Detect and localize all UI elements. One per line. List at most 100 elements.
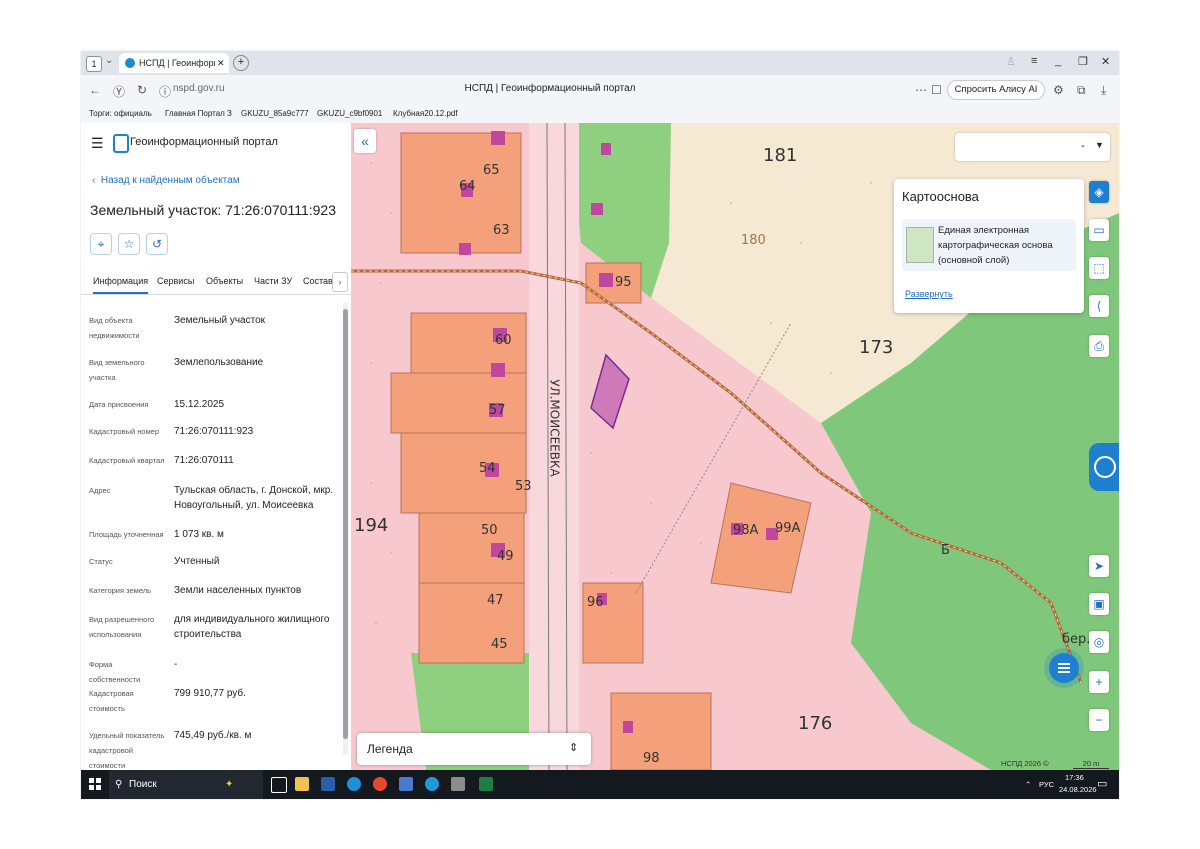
clock-date[interactable]: 24.08.2026 [1059, 785, 1097, 794]
expand-link[interactable]: Развернуть [905, 289, 953, 299]
map-label: 96 [587, 595, 604, 610]
minimize-button[interactable]: _ [1055, 55, 1061, 67]
search-icon: ⚲ [115, 779, 123, 790]
tab-parts[interactable]: Части ЗУ [254, 276, 292, 286]
chat-fab-icon[interactable] [1049, 653, 1079, 683]
edge-dev-icon[interactable] [425, 777, 439, 791]
map-label: 53 [515, 479, 532, 494]
attr-key: Удельный показатель кадастровой стоимост… [89, 731, 165, 770]
clock-time[interactable]: 17:36 [1065, 773, 1084, 782]
tab-composition[interactable]: Состав [303, 276, 333, 286]
map-copyright: НСПД 2026 © [1001, 759, 1049, 768]
attr-key: Кадастровый квартал [89, 456, 165, 465]
bookmark-item[interactable]: GKUZU_c9bf0901 [317, 109, 385, 118]
bookmark-item[interactable]: Главная Портал З [165, 109, 233, 118]
tab-services[interactable]: Сервисы [157, 276, 194, 286]
attr-key: Категория земель [89, 586, 152, 595]
more-dots-icon[interactable]: ⋯ [915, 83, 927, 97]
fab-line [1058, 667, 1070, 669]
extensions-icon[interactable]: ⚙ [1053, 83, 1064, 97]
notification-icon[interactable]: ▭ [1097, 777, 1107, 790]
bookmarks-bar: Торги: официаль Главная Портал З GKUZU_8… [81, 105, 1119, 124]
scrollbar-thumb[interactable] [343, 309, 348, 739]
tab-info[interactable]: Информация [93, 276, 149, 294]
word-icon[interactable] [321, 777, 335, 791]
minimap-icon[interactable]: ▣ [1089, 593, 1109, 615]
zoom-in-button[interactable]: + [1089, 671, 1109, 693]
file-explorer-icon[interactable] [295, 777, 309, 791]
bookmark-item[interactable]: GKUZU_85a9c777 [241, 109, 309, 118]
bookmark-item[interactable]: Торги: официаль [89, 109, 157, 118]
locate-object-button[interactable]: ⌖ [90, 233, 112, 255]
close-window-button[interactable]: ✕ [1101, 55, 1110, 68]
panel-scrollbar[interactable] [343, 303, 348, 755]
basemap-card[interactable]: Единая электронная картографическая осно… [902, 219, 1076, 271]
attr-value: Земли населенных пунктов [174, 585, 302, 596]
bookmark-icon[interactable]: ☐ [931, 83, 942, 97]
portal-logo-icon [113, 134, 129, 153]
attr-value: Землепользование [174, 357, 264, 368]
zoom-out-button[interactable]: − [1089, 709, 1109, 731]
select-area-icon[interactable]: ⬚ [1089, 257, 1109, 279]
browser-tab-bar: 1 ⌄ НСПД | Геоинформаці ✕ + ♙ ≡ _ ❐ ✕ [81, 51, 1119, 75]
map-label: 63 [493, 223, 510, 238]
restore-button[interactable]: ❐ [1078, 55, 1088, 68]
ask-alice-button[interactable]: Спросить Алису AI [947, 80, 1045, 100]
attr-value: Земельный участок [174, 315, 266, 326]
taskbar-search[interactable]: ⚲ Поиск ✦ [109, 770, 263, 799]
assistant-badge-icon[interactable] [1089, 443, 1119, 491]
map-label: 98 [643, 751, 660, 766]
map-label: 65 [483, 163, 500, 178]
tabs-next-arrow-icon[interactable]: › [332, 272, 348, 292]
tray-arrow-icon[interactable]: ⌃ [1025, 780, 1031, 789]
map-label: Б [941, 543, 950, 558]
layers-icon[interactable]: ◈ [1089, 181, 1109, 203]
share-icon[interactable]: ⟨ [1089, 295, 1109, 317]
browser-menu-icon[interactable]: ≡ [1031, 55, 1037, 67]
attr-key: Вид разрешенного использования [89, 615, 155, 639]
language-indicator[interactable]: РУС [1039, 780, 1054, 789]
tab-title: НСПД | Геоинформаці [139, 58, 215, 68]
attr-key: Адрес [89, 486, 111, 495]
new-tab-button[interactable]: + [233, 55, 249, 71]
calculator-icon[interactable] [399, 777, 413, 791]
geolocation-icon[interactable]: ◎ [1089, 631, 1109, 653]
attr-value: 71:26:070111 [174, 455, 234, 466]
history-icon[interactable]: ↺ [146, 233, 168, 255]
legend-selector[interactable]: Легенда ⇕ [357, 733, 591, 765]
attr-value: 71:26:070111:923 [174, 426, 254, 437]
hamburger-menu-icon[interactable]: ☰ [91, 135, 104, 152]
profile-icon[interactable]: ♙ [1006, 55, 1016, 68]
favorite-star-icon[interactable]: ☆ [118, 233, 140, 255]
back-to-results-link[interactable]: ‹ Назад к найденным объектам [92, 175, 240, 186]
ruler-icon[interactable]: ▭ [1089, 219, 1109, 241]
attr-key: Кадастровая стоимость [89, 689, 134, 713]
tab-close-icon[interactable]: ✕ [217, 53, 225, 73]
tab-objects[interactable]: Объекты [206, 276, 243, 286]
map-canvas[interactable]: 181 173 194 176 180 64 65 63 95 60 57 54… [351, 123, 1119, 770]
windows-start-icon[interactable] [89, 778, 101, 790]
edge-icon[interactable] [347, 777, 361, 791]
collapse-panel-button[interactable]: « [354, 129, 376, 153]
paint-icon[interactable] [451, 777, 465, 791]
tab-counter[interactable]: 1 [86, 56, 102, 72]
map-label: 98А [733, 523, 759, 538]
collections-icon[interactable]: ⧉ [1077, 83, 1086, 98]
excel-icon[interactable] [479, 777, 493, 791]
navigate-arrow-icon[interactable]: ➤ [1089, 555, 1109, 577]
download-icon[interactable]: ⤓ [1101, 83, 1106, 98]
map-label: 57 [489, 403, 506, 418]
bookmark-item[interactable]: Клубная20.12.pdf [393, 109, 463, 118]
yandex-browser-icon[interactable] [373, 777, 387, 791]
map-label: 50 [481, 523, 498, 538]
map-label: 95 [615, 275, 632, 290]
browser-tab[interactable]: НСПД | Геоинформаці ✕ [119, 53, 229, 73]
print-icon[interactable]: ⎙ [1089, 335, 1109, 357]
page-title-bar: НСПД | Геоинформационный портал [464, 83, 636, 94]
layer-select[interactable]: - ▼ [955, 133, 1110, 161]
attr-value: 15.12.2025 [174, 399, 225, 410]
portal-brand[interactable]: Геоинформационный портал [130, 136, 278, 148]
object-tabs: Информация Сервисы Объекты Части ЗУ Сост… [81, 268, 351, 295]
tab-list-chevron-icon[interactable]: ⌄ [105, 55, 113, 66]
task-view-icon[interactable] [271, 777, 287, 793]
